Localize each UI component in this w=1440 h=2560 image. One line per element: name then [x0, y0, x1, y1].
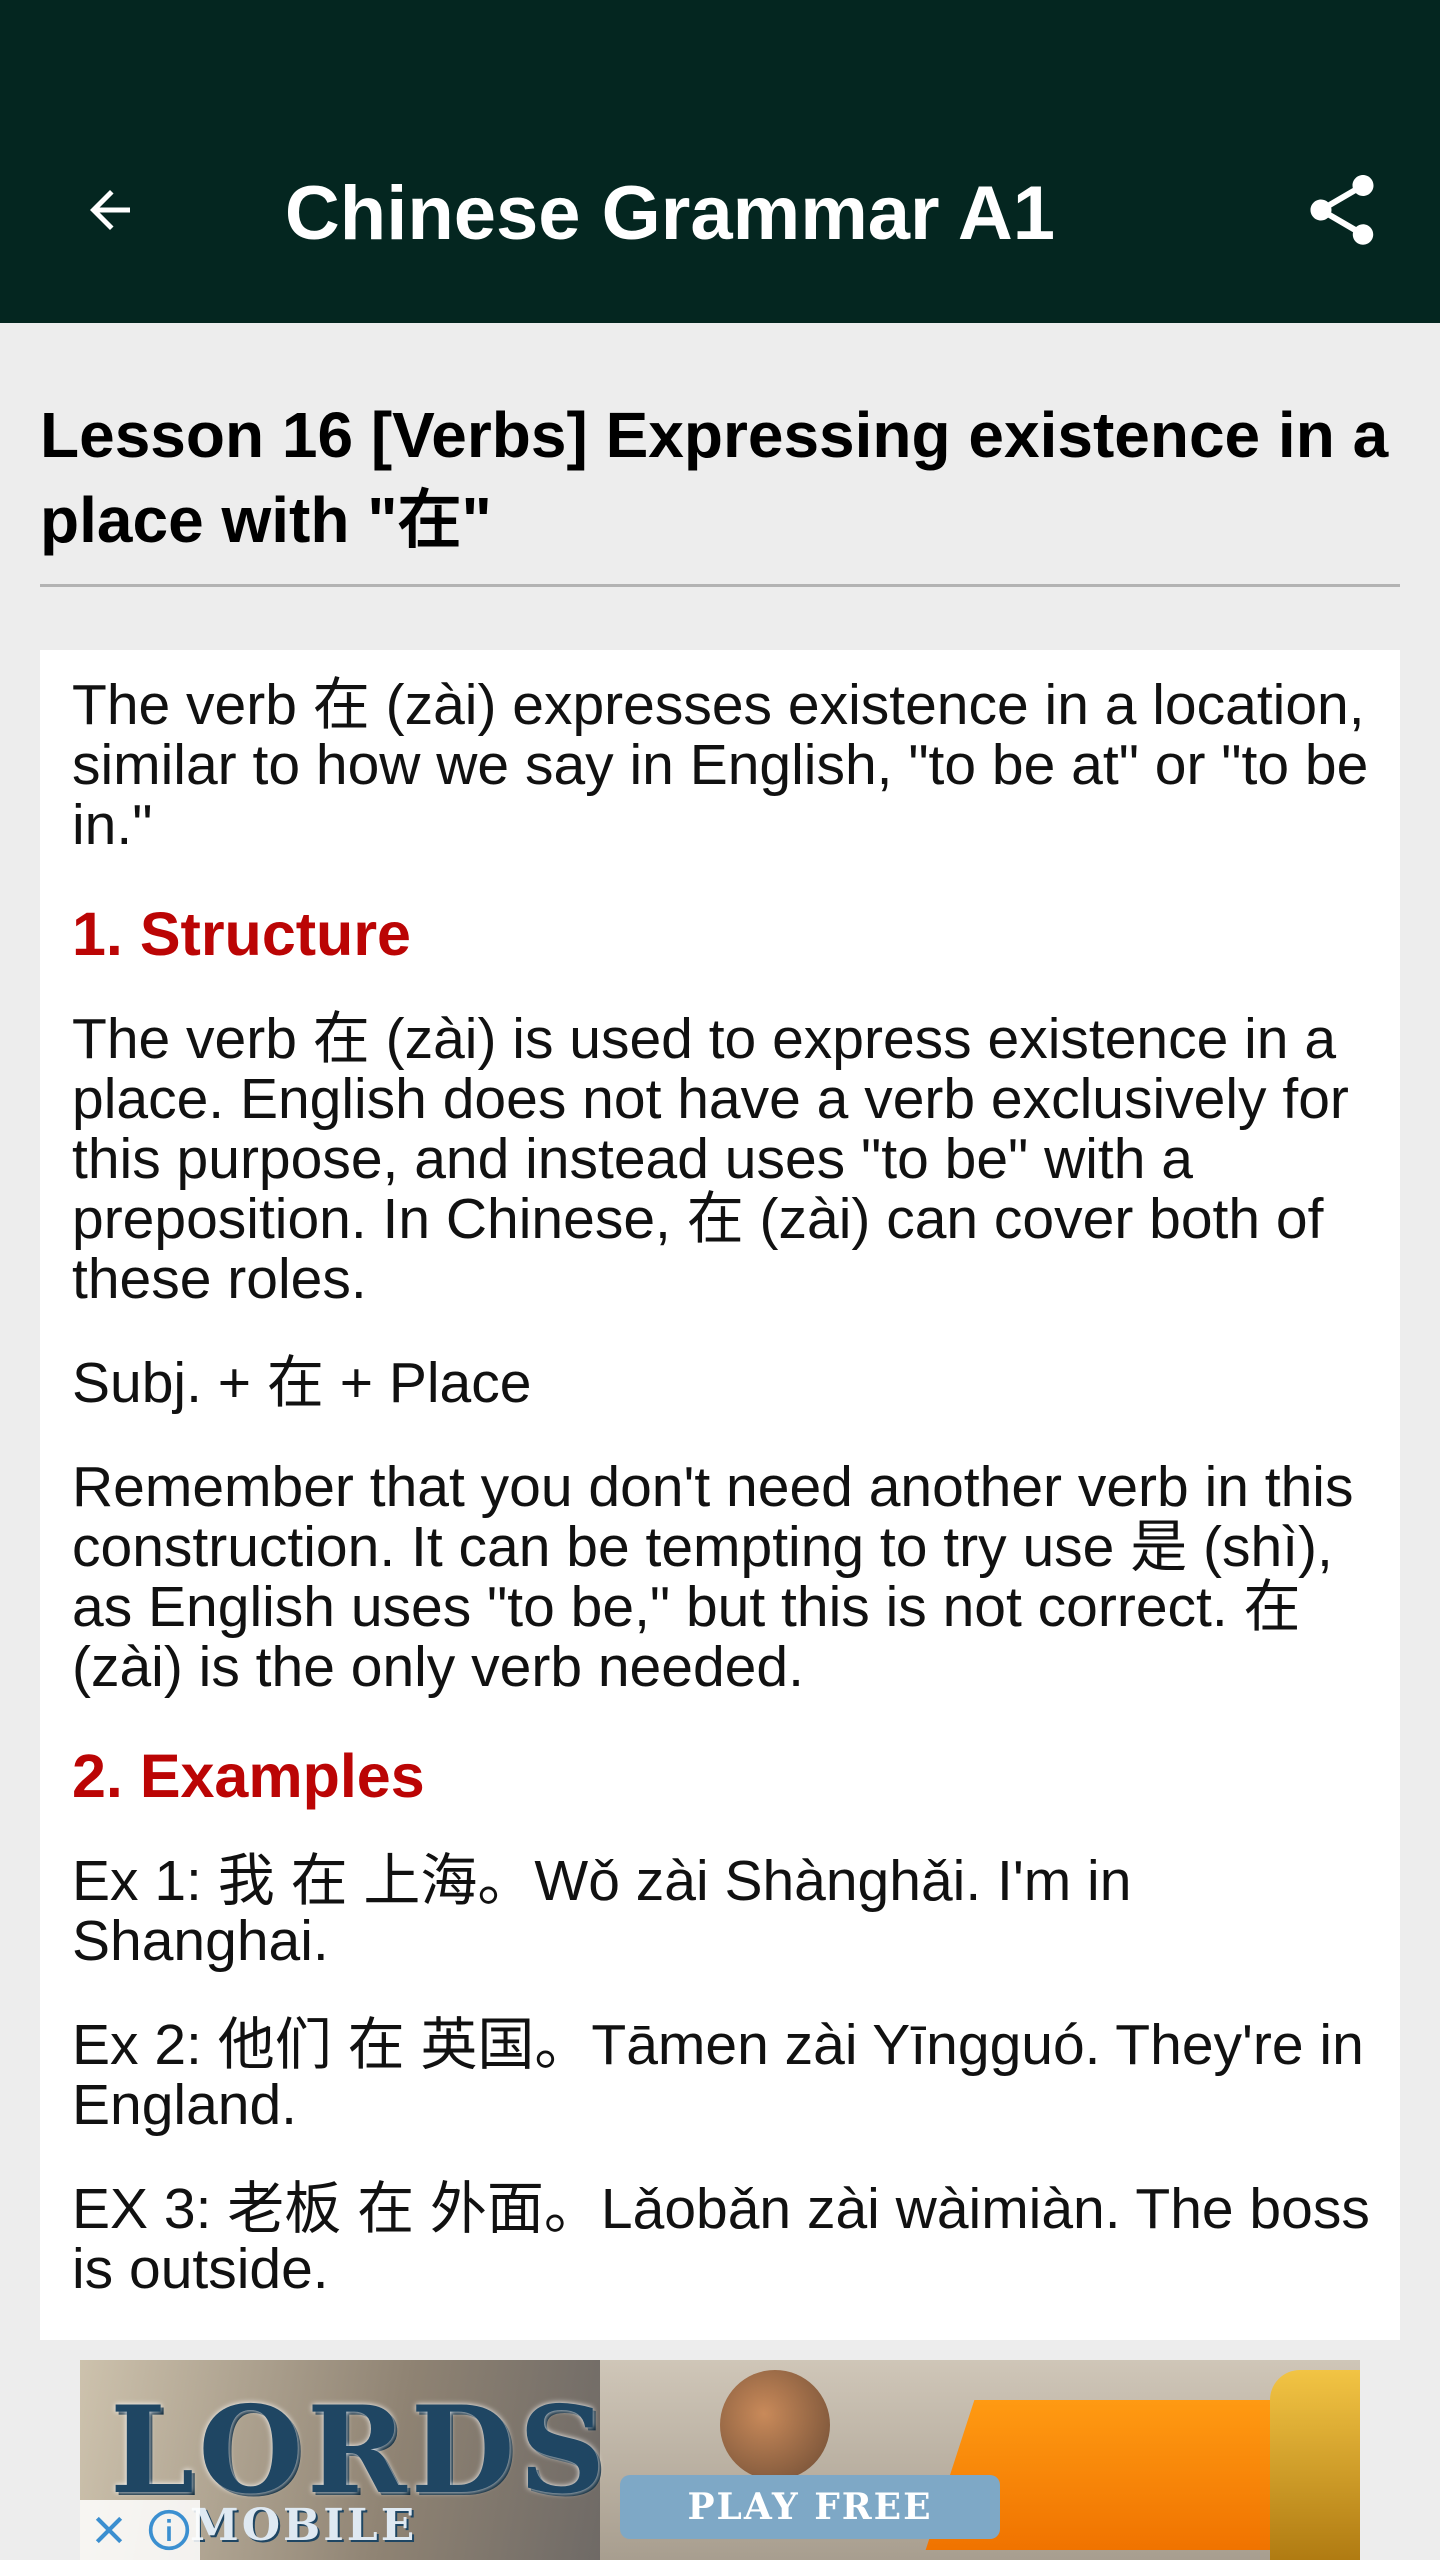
intro-paragraph: The verb 在 (zài) expresses existence in … [72, 673, 1369, 857]
structure-paragraph: The verb 在 (zài) is used to express exis… [72, 1007, 1349, 1311]
app-title: Chinese Grammar A1 [284, 171, 1056, 256]
structure-pattern: Subj. + 在 + Place [72, 1351, 532, 1415]
ad-cta-button[interactable]: PLAY FREE [620, 2475, 1000, 2539]
app-bar: Chinese Grammar A1 [0, 0, 1440, 323]
section-heading-examples: 2. Examples [72, 1742, 425, 1810]
info-icon[interactable] [147, 2508, 191, 2552]
lesson-title: Lesson 16 [Verbs] Expressing existence i… [40, 399, 1389, 556]
title-divider [40, 584, 1400, 587]
ad-choices-badge[interactable] [80, 2500, 200, 2560]
example-3: EX 3: 老板 在 外面。Lǎobǎn zài wàimiàn. The bo… [72, 2177, 1370, 2301]
share-icon[interactable] [1300, 168, 1384, 252]
example-1: Ex 1: 我 在 上海。Wǒ zài Shànghǎi. I'm in Sha… [72, 1849, 1132, 1973]
ad-gold-emblem [1270, 2370, 1360, 2560]
ad-character-image [720, 2370, 830, 2480]
ad-logo-sub: MOBILE [190, 2500, 418, 2551]
banner-ad[interactable]: LORDS MOBILE PLAY FREE [80, 2360, 1360, 2560]
lesson-content: The verb 在 (zài) expresses existence in … [72, 675, 1372, 2343]
reminder-paragraph: Remember that you don't need another ver… [72, 1455, 1354, 1699]
section-heading-structure: 1. Structure [72, 900, 411, 968]
close-icon[interactable] [89, 2510, 129, 2550]
example-2: Ex 2: 他们 在 英国。Tāmen zài Yīngguó. They're… [72, 2013, 1364, 2137]
